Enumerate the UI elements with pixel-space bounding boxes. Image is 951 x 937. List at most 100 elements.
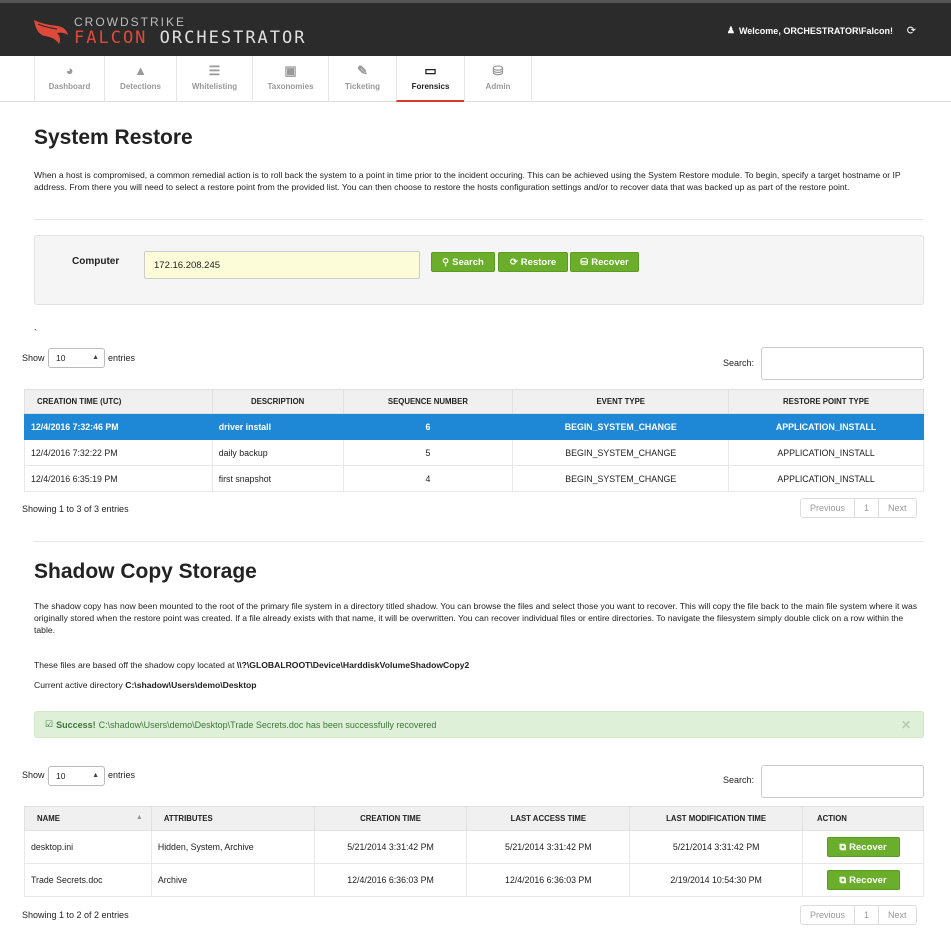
ticket-icon: ✎ xyxy=(357,63,368,78)
table-search-input[interactable] xyxy=(761,765,924,798)
cell-creation-time: 12/4/2016 7:32:22 PM xyxy=(24,439,213,466)
select-arrows-icon: ▲ xyxy=(92,772,99,779)
tab-label: Whitelisting xyxy=(191,82,238,91)
tab-admin[interactable]: ⛁ Admin xyxy=(464,56,532,102)
tab-whitelisting[interactable]: ☰ Whitelisting xyxy=(176,56,252,102)
cell-name: desktop.ini xyxy=(24,830,152,864)
tab-label: Taxonomies xyxy=(267,82,314,91)
stray-mark: ` xyxy=(34,328,37,338)
column-header[interactable]: EVENT TYPE xyxy=(512,389,730,414)
restore-button-label: Restore xyxy=(520,256,557,268)
cell-attributes: Hidden, System, Archive xyxy=(150,830,315,864)
table-row[interactable]: desktop.ini Hidden, System, Archive 5/21… xyxy=(24,830,924,864)
tab-ticketing[interactable]: ✎ Ticketing xyxy=(328,56,396,102)
entries-label: entries xyxy=(108,353,136,363)
refresh-icon: ⟳ xyxy=(509,256,518,268)
tab-detections[interactable]: ▲ Detections xyxy=(104,56,176,102)
cell-attributes: Archive xyxy=(150,863,315,897)
cell-name: Trade Secrets.doc xyxy=(24,863,152,897)
current-directory: Current active directory C:\shadow\Users… xyxy=(34,680,257,690)
tab-label: Admin xyxy=(485,82,511,91)
cell-last-access-time: 12/4/2016 6:36:03 PM xyxy=(466,863,631,897)
recover-button-label: Recover xyxy=(591,256,629,268)
column-header[interactable]: CREATION TIME xyxy=(313,806,468,831)
refresh-icon[interactable]: ⟳ xyxy=(907,24,916,37)
cell-last-modification-time: 2/19/2014 10:54:30 PM xyxy=(629,863,804,897)
select-arrows-icon: ▲ xyxy=(92,354,99,361)
search-button[interactable]: ⚲ Search xyxy=(431,252,495,272)
table-info: Showing 1 to 3 of 3 entries xyxy=(22,504,129,514)
pagination: Previous 1 Next xyxy=(800,905,917,925)
column-header[interactable]: ACTION xyxy=(802,806,924,831)
column-header[interactable]: ATTRIBUTES xyxy=(150,806,315,831)
sort-asc-icon: ▲ xyxy=(135,814,143,821)
cell-action: ⧉ Recover xyxy=(802,863,924,897)
cell-restore-type: APPLICATION_INSTALL xyxy=(728,413,924,440)
table-row[interactable]: 12/4/2016 7:32:22 PM daily backup 5 BEGI… xyxy=(24,439,924,466)
show-label: Show xyxy=(22,353,45,363)
column-header[interactable]: SEQUENCE NUMBER xyxy=(342,389,514,414)
cell-creation-time: 12/4/2016 6:35:19 PM xyxy=(24,465,213,492)
tab-label: Ticketing xyxy=(345,82,380,91)
previous-button[interactable]: Previous xyxy=(801,499,856,517)
shadow-copy-description: The shadow copy has now been mounted to … xyxy=(34,601,918,635)
column-header[interactable]: RESTORE POINT TYPE xyxy=(728,389,924,414)
cell-event-type: BEGIN_SYSTEM_CHANGE xyxy=(512,465,730,492)
next-button[interactable]: Next xyxy=(879,906,916,924)
cell-restore-type: APPLICATION_INSTALL xyxy=(728,465,924,492)
page-button[interactable]: 1 xyxy=(855,499,880,517)
previous-button[interactable]: Previous xyxy=(801,906,856,924)
cell-last-modification-time: 5/21/2014 3:31:42 PM xyxy=(629,830,804,864)
monitor-icon: ▭ xyxy=(424,63,437,78)
recover-file-button[interactable]: ⧉ Recover xyxy=(826,870,900,890)
cell-sequence: 4 xyxy=(342,465,514,492)
shadow-copy-source: These files are based off the shadow cop… xyxy=(34,660,470,670)
entries-label: entries xyxy=(108,770,136,780)
warning-icon: ▲ xyxy=(134,63,147,78)
close-icon[interactable]: ✕ xyxy=(901,718,911,732)
table-row[interactable]: 12/4/2016 6:35:19 PM first snapshot 4 BE… xyxy=(24,465,924,492)
taxonomy-icon: ▣ xyxy=(284,63,297,78)
column-header[interactable]: LAST MODIFICATION TIME xyxy=(629,806,804,831)
column-header[interactable]: DESCRIPTION xyxy=(211,389,344,414)
next-button[interactable]: Next xyxy=(879,499,916,517)
search-button-label: Search xyxy=(452,256,484,268)
main-nav: ◕ Dashboard ▲ Detections ☰ Whitelisting … xyxy=(0,56,951,102)
cell-sequence: 5 xyxy=(342,439,514,466)
table-row[interactable]: 12/4/2016 7:32:46 PM driver install 6 BE… xyxy=(24,413,924,440)
computer-input[interactable] xyxy=(144,251,420,279)
column-header[interactable]: CREATION TIME (UTC) xyxy=(24,389,213,414)
welcome-text: Welcome, ORCHESTRATOR\Falcon! xyxy=(738,25,893,36)
system-restore-title: System Restore xyxy=(34,126,193,149)
recover-button[interactable]: ⛁ Recover xyxy=(570,252,639,272)
tab-taxonomies[interactable]: ▣ Taxonomies xyxy=(252,56,328,102)
dashboard-icon: ◕ xyxy=(65,63,74,78)
divider xyxy=(34,541,924,542)
welcome-user-link[interactable]: ♟ Welcome, ORCHESTRATOR\Falcon! xyxy=(727,25,893,36)
column-header-name[interactable]: NAME ▲ xyxy=(24,806,152,831)
recover-file-button[interactable]: ⧉ Recover xyxy=(826,837,900,857)
shadow-copy-title: Shadow Copy Storage xyxy=(34,560,257,583)
falcon-logo-icon xyxy=(34,20,68,44)
pagination: Previous 1 Next xyxy=(800,498,917,518)
page-size-select[interactable]: 10 ▲ xyxy=(48,766,105,786)
database-icon: ⛁ xyxy=(580,256,589,268)
column-header[interactable]: LAST ACCESS TIME xyxy=(466,806,631,831)
cell-creation-time: 5/21/2014 3:31:42 PM xyxy=(313,830,468,864)
page-button[interactable]: 1 xyxy=(855,906,880,924)
table-search-input[interactable] xyxy=(761,347,924,380)
computer-label: Computer xyxy=(72,256,120,267)
crowdstrike-logo[interactable]: CROWDSTRIKE FALCON ORCHESTRATOR xyxy=(32,11,307,51)
tab-dashboard[interactable]: ◕ Dashboard xyxy=(34,56,104,102)
table-row[interactable]: Trade Secrets.doc Archive 12/4/2016 6:36… xyxy=(24,863,924,897)
alert-text: C:\shadow\Users\demo\Desktop\Trade Secre… xyxy=(98,719,437,730)
tab-label: Dashboard xyxy=(48,82,91,91)
system-restore-description: When a host is compromised, a common rem… xyxy=(34,170,901,192)
cell-creation-time: 12/4/2016 7:32:46 PM xyxy=(24,413,213,440)
restore-button[interactable]: ⟳ Restore xyxy=(498,252,568,272)
page-size-select[interactable]: 10 ▲ xyxy=(48,348,105,368)
tab-forensics[interactable]: ▭ Forensics xyxy=(396,56,464,102)
logo-product-text: FALCON ORCHESTRATOR xyxy=(74,27,307,48)
cell-sequence: 6 xyxy=(342,413,514,440)
database-icon: ⛁ xyxy=(492,63,504,78)
